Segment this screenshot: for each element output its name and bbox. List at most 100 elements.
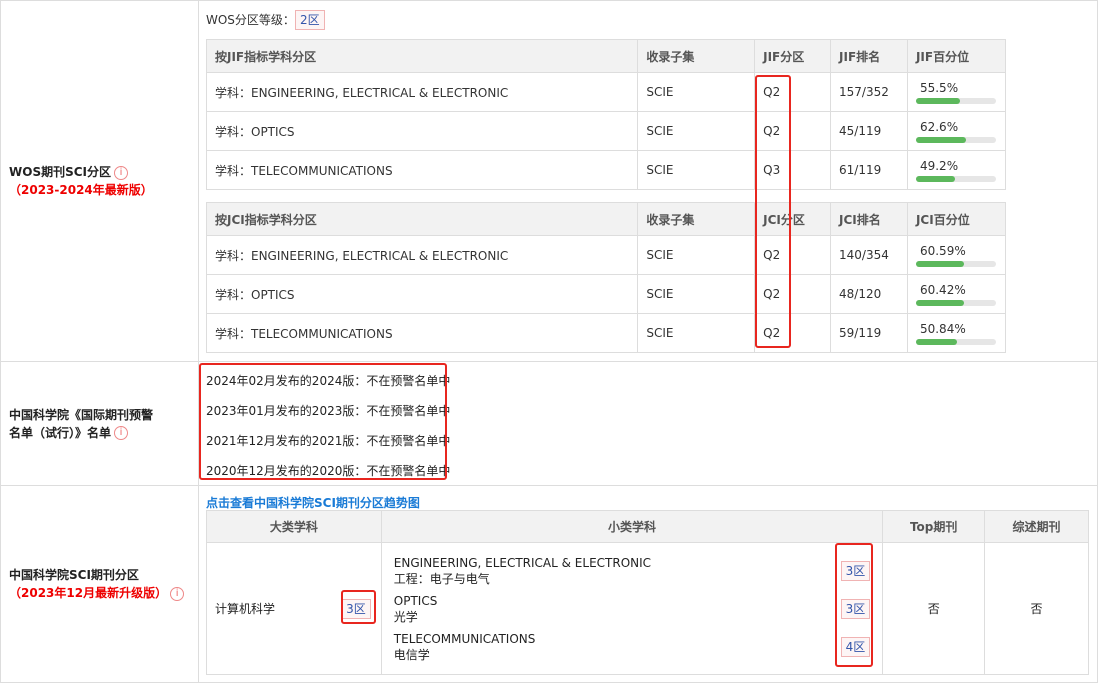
percentile-bar-fill — [915, 338, 957, 345]
cas-label-version: （2023年12月最新升级版） — [9, 586, 168, 600]
percentile-value: 60.42% — [919, 282, 966, 297]
cas-minor-zh: 光学 — [393, 609, 418, 624]
jif-rank: 61/119 — [830, 150, 908, 190]
cas-major-name: 计算机科学 — [215, 602, 276, 616]
cas-minor-zone-badge: 3区 — [840, 560, 871, 581]
cas-major-cell: 计算机科学 3区 — [206, 542, 382, 675]
wos-grade-label: WOS分区等级： — [206, 13, 295, 27]
cas-section-label: 中国科学院SCI期刊分区 （2023年12月最新升级版） i — [1, 486, 199, 682]
jci-subject: 学科：TELECOMMUNICATIONS — [205, 313, 639, 353]
jif-quartile: Q2 — [754, 72, 832, 112]
cas-minor-en: OPTICS — [393, 593, 438, 608]
percentile-value: 55.5% — [919, 80, 959, 95]
cas-review-value: 否 — [984, 542, 1089, 675]
jif-rank: 45/119 — [830, 111, 908, 151]
jif-row: 学科：ENGINEERING, ELECTRICAL & ELECTRONIC S… — [205, 72, 1007, 112]
jif-subject: 学科：OPTICS — [205, 111, 639, 151]
jif-header-rank: JIF排名 — [830, 39, 908, 73]
jci-header-subset: 收录子集 — [637, 202, 756, 236]
cas-minor-zh: 电信学 — [393, 647, 430, 662]
jci-rank: 59/119 — [830, 313, 908, 353]
cas-header-minor: 小类学科 — [380, 510, 884, 543]
cas-top-value: 否 — [882, 542, 986, 675]
warning-line: 2020年12月发布的2020版：不在预警名单中 — [206, 464, 451, 478]
jci-row: 学科：ENGINEERING, ELECTRICAL & ELECTRONIC S… — [205, 235, 1007, 275]
jif-rank: 157/352 — [830, 72, 908, 112]
jci-percentile: 60.42% — [906, 274, 1007, 314]
jci-percentile: 50.84% — [906, 313, 1007, 353]
cas-minor-zh: 工程：电子与电气 — [393, 571, 490, 586]
jci-header-percentile: JCI百分位 — [906, 202, 1007, 236]
percentile-value: 49.2% — [919, 158, 959, 173]
jci-rank: 48/120 — [830, 274, 908, 314]
info-circle-icon[interactable]: i — [114, 426, 129, 440]
wos-label-title: WOS期刊SCI分区 — [9, 165, 111, 179]
wos-grade: WOS分区等级： 2区 — [206, 10, 325, 30]
jci-table: 按JCI指标学科分区 收录子集 JCI分区 JCI排名 JCI百分位 学科：EN… — [205, 202, 1007, 353]
warning-label-line1: 中国科学院《国际期刊预警 — [9, 407, 154, 422]
cas-trend-link[interactable]: 点击查看中国科学院SCI期刊分区趋势图 — [206, 494, 420, 511]
cas-minor-en: ENGINEERING, ELECTRICAL & ELECTRONIC — [393, 555, 652, 570]
jci-quartile: Q2 — [754, 235, 832, 275]
jci-subject: 学科：ENGINEERING, ELECTRICAL & ELECTRONIC — [205, 235, 639, 275]
jci-percentile: 60.59% — [906, 235, 1007, 275]
jif-table: 按JIF指标学科分区 收录子集 JIF分区 JIF排名 JIF百分位 学科：EN… — [205, 39, 1007, 190]
jif-quartile: Q2 — [754, 111, 832, 151]
jif-percentile: 55.5% — [906, 72, 1007, 112]
percentile-value: 62.6% — [919, 119, 959, 134]
cas-minor-en: TELECOMMUNICATIONS — [393, 631, 536, 646]
jci-header-subject: 按JCI指标学科分区 — [205, 202, 639, 236]
jci-subject: 学科：OPTICS — [205, 274, 639, 314]
jif-subset: SCIE — [637, 150, 756, 190]
warning-line: 2023年01月发布的2023版：不在预警名单中 — [206, 404, 451, 418]
cas-minor-item: TELECOMMUNICATIONS 电信学 4区 — [382, 628, 882, 666]
percentile-bar — [915, 299, 996, 306]
cas-header-review: 综述期刊 — [984, 510, 1089, 543]
cas-header-top: Top期刊 — [882, 510, 986, 543]
warning-section: 中国科学院《国际期刊预警 名单（试行）》名单 i — [0, 361, 1098, 486]
jci-row: 学科：TELECOMMUNICATIONS SCIE Q2 59/119 50.84% — [205, 313, 1007, 353]
jci-subset: SCIE — [637, 274, 756, 314]
percentile-bar — [915, 175, 996, 182]
info-circle-icon[interactable]: i — [114, 165, 128, 180]
percentile-bar — [915, 338, 996, 345]
percentile-bar-fill — [915, 97, 961, 104]
cas-minor-zone-badge: 4区 — [840, 636, 871, 657]
percentile-bar-fill — [915, 299, 965, 306]
jif-header-subject: 按JIF指标学科分区 — [205, 39, 639, 73]
jci-header-rank: JCI排名 — [830, 202, 908, 236]
percentile-bar — [915, 97, 996, 104]
percentile-value: 60.59% — [919, 243, 966, 258]
percentile-value: 50.84% — [919, 321, 966, 336]
jif-row: 学科：OPTICS SCIE Q2 45/119 62.6% — [205, 111, 1007, 151]
percentile-bar — [915, 136, 996, 143]
jif-subject: 学科：TELECOMMUNICATIONS — [205, 150, 639, 190]
wos-grade-badge: 2区 — [294, 10, 325, 30]
info-circle-icon[interactable]: i — [170, 586, 185, 601]
jci-quartile: Q2 — [754, 313, 832, 353]
jci-row: 学科：OPTICS SCIE Q2 48/120 60.42% — [205, 274, 1007, 314]
cas-minor-zone-badge: 3区 — [840, 598, 871, 619]
cas-label-title: 中国科学院SCI期刊分区 — [9, 568, 139, 582]
jif-header-subset: 收录子集 — [637, 39, 756, 73]
warning-line: 2021年12月发布的2021版：不在预警名单中 — [206, 434, 451, 448]
warning-line: 2024年02月发布的2024版：不在预警名单中 — [206, 374, 451, 388]
wos-label-version: （2023-2024年最新版） — [9, 183, 153, 197]
cas-minor-item: ENGINEERING, ELECTRICAL & ELECTRONIC 工程：电… — [382, 552, 882, 590]
warning-section-label: 中国科学院《国际期刊预警 名单（试行）》名单 i — [1, 362, 199, 485]
jif-header-percentile: JIF百分位 — [906, 39, 1007, 73]
jif-subset: SCIE — [637, 72, 756, 112]
percentile-bar-fill — [915, 175, 956, 182]
jif-percentile: 62.6% — [906, 111, 1007, 151]
cas-minor-item: OPTICS 光学 3区 — [382, 590, 882, 628]
jif-subset: SCIE — [637, 111, 756, 151]
jci-subset: SCIE — [637, 235, 756, 275]
jif-quartile: Q3 — [754, 150, 832, 190]
jci-header-quartile: JCI分区 — [754, 202, 832, 236]
cas-table: 大类学科 小类学科 Top期刊 综述期刊 计算机科学 3区 ENGINEERIN… — [206, 510, 1089, 675]
percentile-bar-fill — [915, 136, 967, 143]
cas-major-zone-badge: 3区 — [341, 598, 371, 619]
percentile-bar-fill — [915, 260, 965, 267]
wos-section-label: WOS期刊SCI分区 i （2023-2024年最新版） — [1, 1, 199, 361]
percentile-bar — [915, 260, 996, 267]
